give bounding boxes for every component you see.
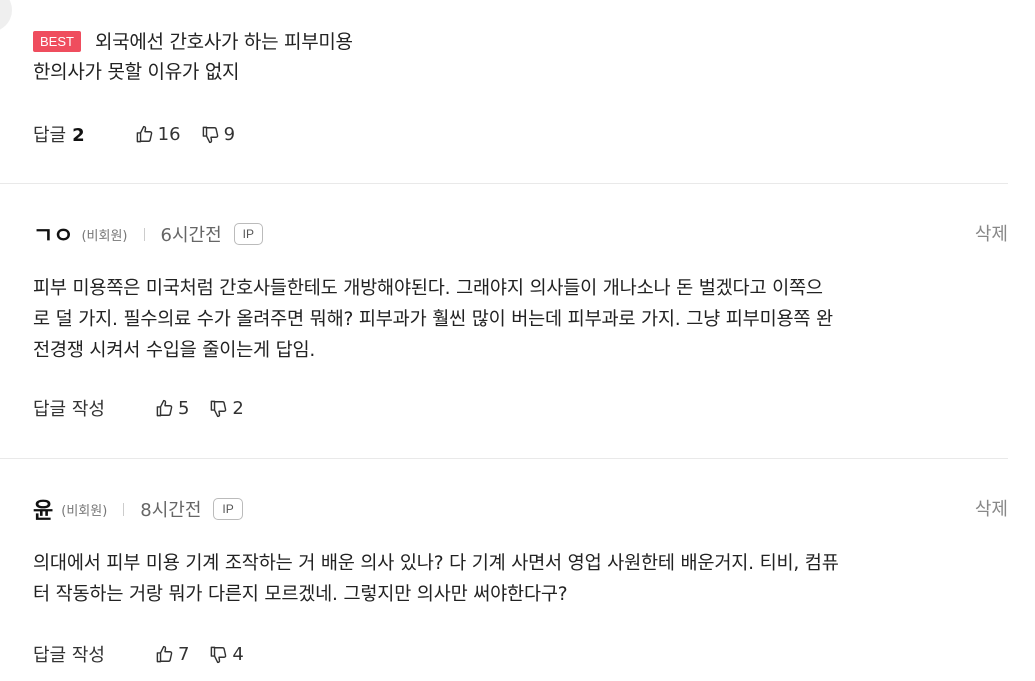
dislike-count: 2 [232,397,244,419]
dislike-count: 9 [223,123,236,145]
thumbs-down-icon [202,126,218,143]
meta-separator [123,502,125,516]
divider [0,458,1008,459]
like-count: 16 [157,123,181,145]
like-count: 5 [177,397,190,419]
comment-body: 피부 미용쪽은 미국처럼 간호사들한테도 개방해야된다. 그래야지 의사들이 개… [33,273,1008,366]
best-comment-line1: 외국에선 간호사가 하는 피부미용 [95,31,353,53]
meta-separator [143,227,145,241]
reply-button[interactable]: 답글 2 [33,121,85,147]
timestamp: 8시간전 [140,500,202,521]
reply-label: 답글 [33,125,67,146]
comment-line: 로 덜 가지. 필수의료 수가 올려주면 뭐해? 피부과가 훨씬 많이 버는데 … [33,309,833,330]
thumbs-down-icon [211,400,227,417]
thumbs-up-icon [156,645,173,662]
comment-meta: 윤 (비회원) 8시간전 IP [33,496,243,524]
thumbs-down-icon [211,646,227,663]
ip-badge: IP [213,498,243,520]
comment-actions: 답글 작성 7 4 [33,641,244,667]
timestamp: 6시간전 [160,225,222,246]
comment-actions: 답글 작성 5 2 [33,395,244,421]
comment-meta: ㄱㅇ (비회원) 6시간전 IP [33,221,263,249]
best-comment-line2: 한의사가 못할 이유가 없지 [33,61,240,83]
thumbs-up-icon [136,125,152,142]
delete-button[interactable]: 삭제 [975,220,1008,246]
member-type: (비회원) [61,503,108,519]
write-reply-button[interactable]: 답글 작성 [33,641,105,667]
dislike-button[interactable]: 9 [201,124,235,145]
dislike-button[interactable]: 2 [209,397,244,419]
comment-body: 의대에서 피부 미용 기계 조작하는 거 배운 의사 있나? 다 기계 사면서 … [33,548,1008,610]
comment-line: 전경쟁 시켜서 수입을 줄이는게 답임. [33,340,316,361]
author-name: ㄱㅇ [33,224,74,249]
write-reply-button[interactable]: 답글 작성 [33,395,105,421]
best-comment-actions: 답글 2 16 9 [33,121,235,147]
ip-badge: IP [233,223,263,245]
divider [0,183,1008,184]
best-badge: BEST [33,31,81,52]
avatar [0,0,12,32]
best-header: BEST [33,31,81,52]
author-name: 윤 [33,499,54,524]
delete-button[interactable]: 삭제 [975,495,1008,521]
thumbs-up-icon [156,399,173,416]
like-button[interactable]: 7 [155,644,189,665]
comment-line: 터 작동하는 거랑 뭐가 다른지 모르겠네. 그렇지만 의사만 써야한다구? [33,584,568,605]
dislike-count: 4 [232,643,244,665]
comment-line: 피부 미용쪽은 미국처럼 간호사들한테도 개방해야된다. 그래야지 의사들이 개… [33,278,823,299]
comment-line: 의대에서 피부 미용 기계 조작하는 거 배운 의사 있나? 다 기계 사면서 … [33,553,839,574]
dislike-button[interactable]: 4 [209,643,244,665]
member-type: (비회원) [81,228,128,244]
like-button[interactable]: 5 [155,398,189,419]
like-button[interactable]: 16 [135,124,181,145]
reply-count: 2 [72,125,85,146]
like-count: 7 [177,643,190,665]
